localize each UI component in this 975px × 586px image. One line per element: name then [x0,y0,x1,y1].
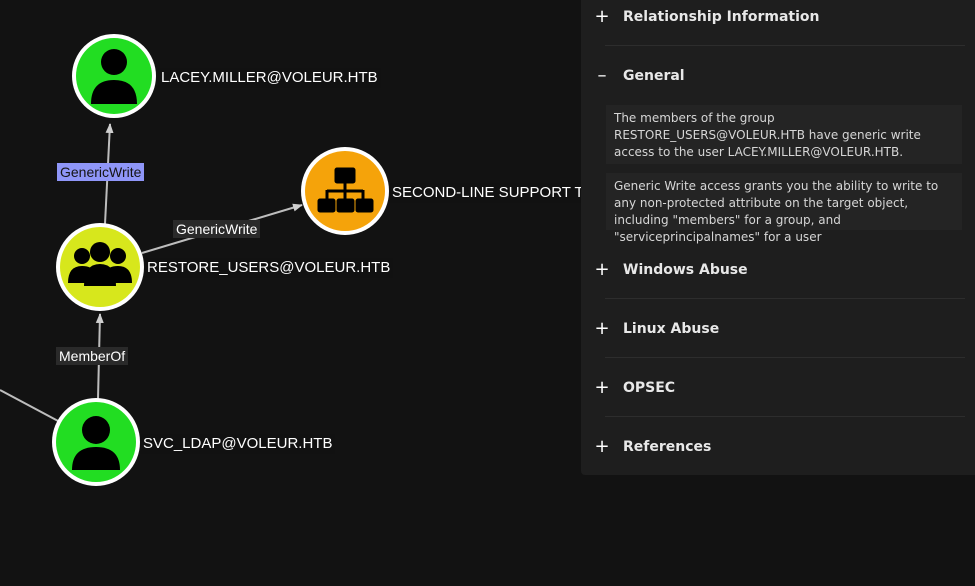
section-relationship-information[interactable]: + Relationship Information [581,0,975,46]
section-general[interactable]: – General [581,46,975,105]
section-linux-abuse[interactable]: + Linux Abuse [581,299,975,358]
general-paragraph-2: Generic Write access grants you the abil… [606,173,962,244]
expand-icon: + [594,435,610,457]
expand-icon: + [594,317,610,339]
section-title: Linux Abuse [623,320,720,337]
section-title: OPSEC [623,379,676,396]
section-title: Relationship Information [623,8,820,25]
section-title: Windows Abuse [623,261,748,278]
edge-info-panel: + Relationship Information – General The… [581,0,975,475]
node-label-restore-users[interactable]: RESTORE_USERS@VOLEUR.HTB [144,258,394,278]
edge-label-memberof[interactable]: MemberOf [56,347,129,365]
general-paragraph-1: The members of the group RESTORE_USERS@V… [606,105,962,164]
node-label-second-line[interactable]: SECOND-LINE SUPPORT TE [389,183,597,203]
node-second-line-support[interactable] [301,147,389,235]
section-windows-abuse[interactable]: + Windows Abuse [581,240,975,299]
node-lacey-miller[interactable] [72,34,156,118]
section-references[interactable]: + References [581,417,975,476]
node-svc-ldap[interactable] [52,398,140,486]
edge-label-genericwrite-second-line[interactable]: GenericWrite [173,220,261,238]
edge-offscreen-to-svc-ldap[interactable] [0,389,61,423]
collapse-icon: – [597,64,607,86]
expand-icon: + [594,258,610,280]
node-label-lacey[interactable]: LACEY.MILLER@VOLEUR.HTB [158,68,381,88]
node-label-svc-ldap[interactable]: SVC_LDAP@VOLEUR.HTB [140,434,336,454]
expand-icon: + [594,5,610,27]
node-restore-users[interactable] [56,223,144,311]
expand-icon: + [594,376,610,398]
section-opsec[interactable]: + OPSEC [581,358,975,417]
section-title: General [623,67,685,84]
edge-label-genericwrite-lacey[interactable]: GenericWrite [57,163,145,181]
section-title: References [623,438,712,455]
